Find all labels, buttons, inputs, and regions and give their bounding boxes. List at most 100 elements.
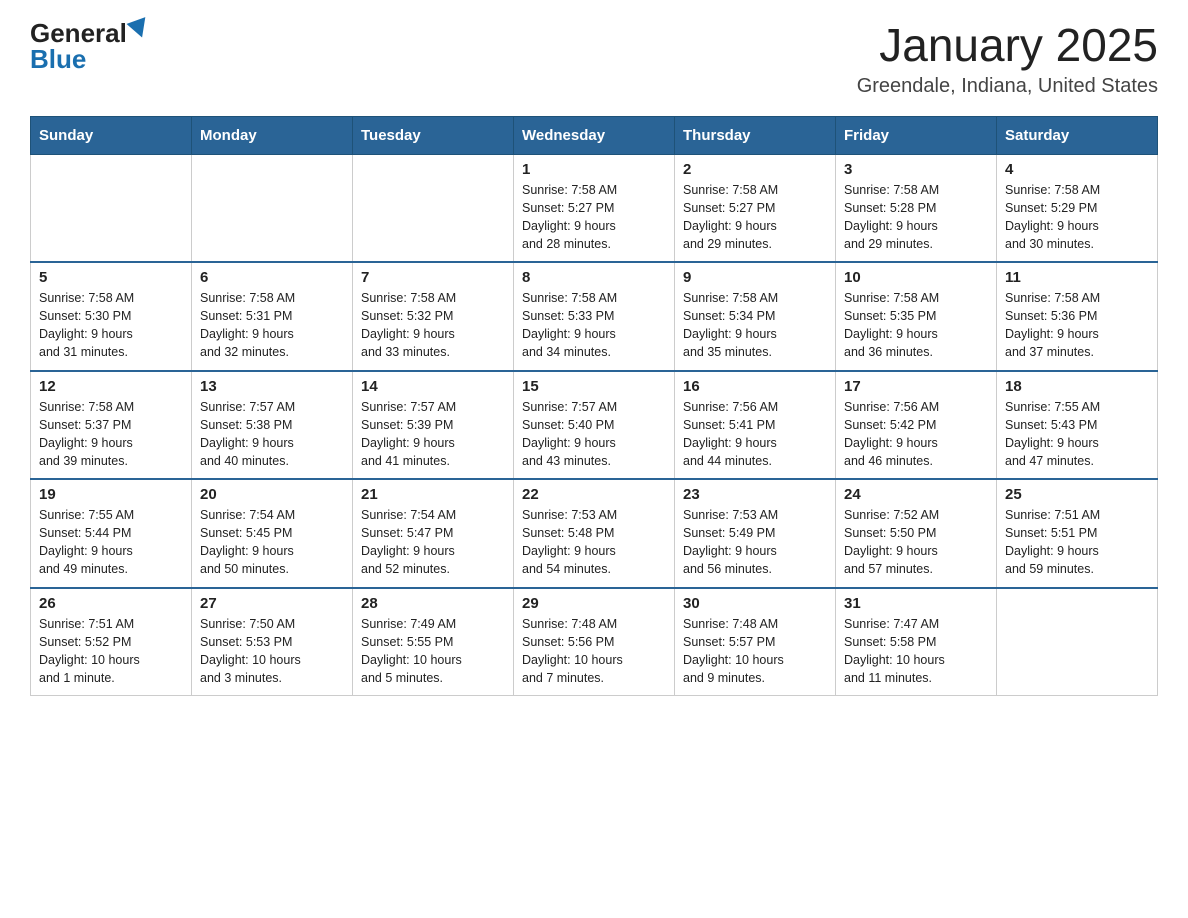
day-info: Sunrise: 7:56 AMSunset: 5:42 PMDaylight:… [844,398,988,471]
day-number: 13 [200,378,344,395]
calendar-header-row: SundayMondayTuesdayWednesdayThursdayFrid… [31,116,1158,154]
calendar-day-cell: 25Sunrise: 7:51 AMSunset: 5:51 PMDayligh… [997,479,1158,588]
day-info: Sunrise: 7:48 AMSunset: 5:56 PMDaylight:… [522,615,666,688]
calendar-week-row: 1Sunrise: 7:58 AMSunset: 5:27 PMDaylight… [31,154,1158,262]
day-info: Sunrise: 7:54 AMSunset: 5:47 PMDaylight:… [361,506,505,579]
day-number: 9 [683,269,827,286]
calendar-table: SundayMondayTuesdayWednesdayThursdayFrid… [30,116,1158,697]
day-number: 8 [522,269,666,286]
day-info: Sunrise: 7:58 AMSunset: 5:27 PMDaylight:… [683,181,827,254]
day-number: 10 [844,269,988,286]
calendar-week-row: 5 Sunrise: 7:58 AMSunset: 5:30 PMDaylight… [31,262,1158,371]
calendar-day-cell [997,588,1158,696]
calendar-day-cell: 11 Sunrise: 7:58 AMSunset: 5:36 PMDayligh… [997,262,1158,371]
logo: General Blue [30,20,149,72]
day-info: Sunrise: 7:53 AMSunset: 5:49 PMDaylight:… [683,506,827,579]
day-info: Sunrise: 7:51 AMSunset: 5:52 PMDaylight:… [39,615,183,688]
calendar-day-cell: 20 Sunrise: 7:54 AMSunset: 5:45 PMDayligh… [192,479,353,588]
day-info: Sunrise: 7:58 AMSunset: 5:36 PMDaylight:… [1005,289,1149,362]
day-number: 23 [683,486,827,503]
calendar-day-cell: 15 Sunrise: 7:57 AMSunset: 5:40 PMDayligh… [514,371,675,480]
calendar-day-cell: 7Sunrise: 7:58 AMSunset: 5:32 PMDaylight… [353,262,514,371]
day-info: Sunrise: 7:55 AMSunset: 5:43 PMDaylight:… [1005,398,1149,471]
day-info: Sunrise: 7:56 AMSunset: 5:41 PMDaylight:… [683,398,827,471]
calendar-day-cell [192,154,353,262]
logo-general-text: General [30,20,127,46]
day-info: Sunrise: 7:58 AMSunset: 5:28 PMDaylight:… [844,181,988,254]
day-number: 29 [522,595,666,612]
day-info: Sunrise: 7:47 AMSunset: 5:58 PMDaylight:… [844,615,988,688]
day-number: 2 [683,161,827,178]
calendar-week-row: 12 Sunrise: 7:58 AMSunset: 5:37 PMDayligh… [31,371,1158,480]
calendar-day-cell [31,154,192,262]
day-number: 4 [1005,161,1149,178]
day-number: 14 [361,378,505,395]
day-number: 3 [844,161,988,178]
day-number: 24 [844,486,988,503]
day-number: 16 [683,378,827,395]
calendar-day-cell: 26Sunrise: 7:51 AMSunset: 5:52 PMDayligh… [31,588,192,696]
calendar-day-cell: 29 Sunrise: 7:48 AMSunset: 5:56 PMDayligh… [514,588,675,696]
calendar-day-cell: 31 Sunrise: 7:47 AMSunset: 5:58 PMDayligh… [836,588,997,696]
day-number: 28 [361,595,505,612]
weekday-header: Saturday [997,116,1158,154]
calendar-day-cell: 17 Sunrise: 7:56 AMSunset: 5:42 PMDayligh… [836,371,997,480]
day-number: 12 [39,378,183,395]
calendar-day-cell: 5 Sunrise: 7:58 AMSunset: 5:30 PMDaylight… [31,262,192,371]
day-number: 22 [522,486,666,503]
weekday-header: Wednesday [514,116,675,154]
day-info: Sunrise: 7:48 AMSunset: 5:57 PMDaylight:… [683,615,827,688]
day-info: Sunrise: 7:57 AMSunset: 5:40 PMDaylight:… [522,398,666,471]
calendar-day-cell: 18 Sunrise: 7:55 AMSunset: 5:43 PMDayligh… [997,371,1158,480]
day-number: 5 [39,269,183,286]
calendar-day-cell: 8Sunrise: 7:58 AMSunset: 5:33 PMDaylight… [514,262,675,371]
day-info: Sunrise: 7:58 AMSunset: 5:34 PMDaylight:… [683,289,827,362]
weekday-header: Tuesday [353,116,514,154]
day-info: Sunrise: 7:54 AMSunset: 5:45 PMDaylight:… [200,506,344,579]
calendar-day-cell: 6Sunrise: 7:58 AMSunset: 5:31 PMDaylight… [192,262,353,371]
day-info: Sunrise: 7:50 AMSunset: 5:53 PMDaylight:… [200,615,344,688]
calendar-day-cell: 4Sunrise: 7:58 AMSunset: 5:29 PMDaylight… [997,154,1158,262]
day-info: Sunrise: 7:53 AMSunset: 5:48 PMDaylight:… [522,506,666,579]
weekday-header: Sunday [31,116,192,154]
day-info: Sunrise: 7:58 AMSunset: 5:37 PMDaylight:… [39,398,183,471]
day-number: 15 [522,378,666,395]
calendar-day-cell: 14 Sunrise: 7:57 AMSunset: 5:39 PMDayligh… [353,371,514,480]
calendar-day-cell: 2 Sunrise: 7:58 AMSunset: 5:27 PMDaylight… [675,154,836,262]
calendar-week-row: 26Sunrise: 7:51 AMSunset: 5:52 PMDayligh… [31,588,1158,696]
calendar-day-cell: 28 Sunrise: 7:49 AMSunset: 5:55 PMDayligh… [353,588,514,696]
day-info: Sunrise: 7:58 AMSunset: 5:35 PMDaylight:… [844,289,988,362]
day-info: Sunrise: 7:55 AMSunset: 5:44 PMDaylight:… [39,506,183,579]
calendar-day-cell: 1Sunrise: 7:58 AMSunset: 5:27 PMDaylight… [514,154,675,262]
weekday-header: Thursday [675,116,836,154]
day-info: Sunrise: 7:58 AMSunset: 5:27 PMDaylight:… [522,181,666,254]
day-number: 31 [844,595,988,612]
page-header: General Blue January 2025 Greendale, Ind… [30,20,1158,98]
calendar-day-cell: 22 Sunrise: 7:53 AMSunset: 5:48 PMDayligh… [514,479,675,588]
calendar-day-cell [353,154,514,262]
day-number: 21 [361,486,505,503]
day-number: 18 [1005,378,1149,395]
day-info: Sunrise: 7:57 AMSunset: 5:38 PMDaylight:… [200,398,344,471]
day-info: Sunrise: 7:57 AMSunset: 5:39 PMDaylight:… [361,398,505,471]
weekday-header: Monday [192,116,353,154]
day-number: 19 [39,486,183,503]
title-block: January 2025 Greendale, Indiana, United … [857,20,1158,98]
day-info: Sunrise: 7:49 AMSunset: 5:55 PMDaylight:… [361,615,505,688]
day-number: 27 [200,595,344,612]
weekday-header: Friday [836,116,997,154]
calendar-subtitle: Greendale, Indiana, United States [857,75,1158,98]
day-number: 20 [200,486,344,503]
calendar-day-cell: 9 Sunrise: 7:58 AMSunset: 5:34 PMDaylight… [675,262,836,371]
day-number: 25 [1005,486,1149,503]
day-info: Sunrise: 7:58 AMSunset: 5:32 PMDaylight:… [361,289,505,362]
day-info: Sunrise: 7:52 AMSunset: 5:50 PMDaylight:… [844,506,988,579]
day-number: 11 [1005,269,1149,286]
day-number: 17 [844,378,988,395]
logo-text: General Blue [30,20,149,72]
calendar-day-cell: 19 Sunrise: 7:55 AMSunset: 5:44 PMDayligh… [31,479,192,588]
logo-triangle-icon [126,17,151,41]
logo-blue-text: Blue [30,46,149,72]
day-info: Sunrise: 7:58 AMSunset: 5:30 PMDaylight:… [39,289,183,362]
calendar-day-cell: 16 Sunrise: 7:56 AMSunset: 5:41 PMDayligh… [675,371,836,480]
